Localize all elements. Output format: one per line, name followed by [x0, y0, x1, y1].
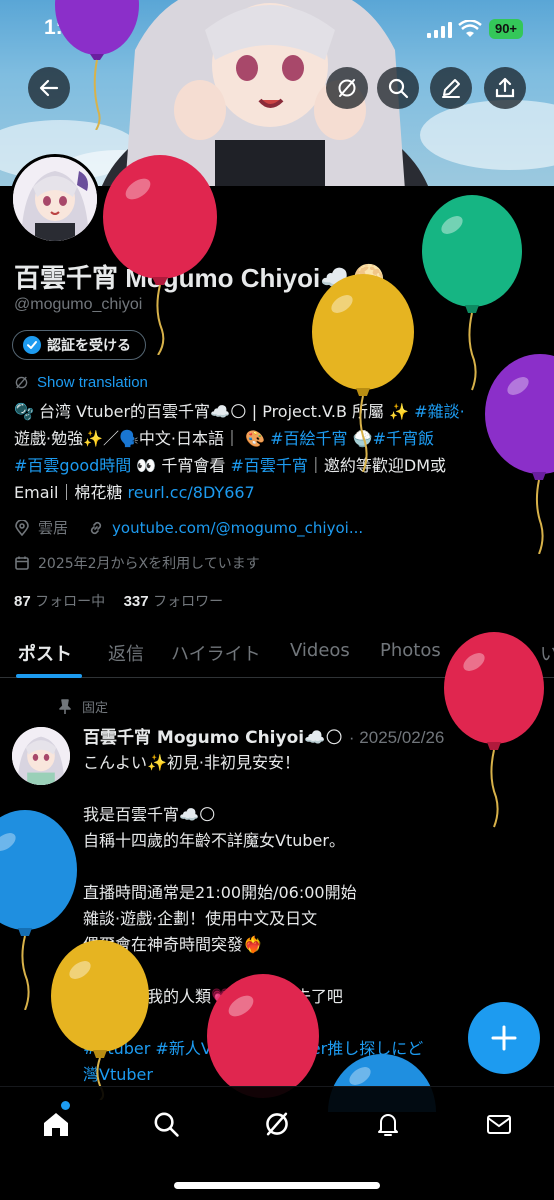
grok-icon	[266, 1112, 288, 1136]
profile-bio: 🫧 台湾 Vtuber的百雲千宵☁️🌕 | Project.V.B 所屬 ✨ #…	[14, 398, 544, 506]
home-notification-dot	[61, 1101, 70, 1110]
following-link[interactable]: 87 フォロー中	[14, 593, 106, 610]
cellular-signal-icon	[427, 22, 452, 38]
search-icon	[388, 78, 409, 99]
post-line	[83, 854, 543, 880]
balloon-red	[207, 974, 319, 1098]
balloon-purple	[485, 354, 554, 554]
grok-button[interactable]	[326, 67, 368, 109]
home-indicator-bar	[174, 1182, 380, 1189]
followers-label: フォロワー	[153, 594, 224, 610]
share-button[interactable]	[484, 67, 526, 109]
profile-website-link[interactable]: youtube.com/@mogumo_chiyoi...	[112, 519, 363, 537]
bio-text: 👀 千宵會看	[131, 456, 231, 475]
pinned-label: 固定	[82, 701, 109, 716]
nav-search[interactable]	[149, 1107, 183, 1141]
location-pin-icon	[15, 519, 29, 536]
battery-indicator: 90+	[489, 19, 523, 39]
calendar-icon	[15, 556, 29, 570]
plus-icon	[491, 1025, 517, 1051]
balloon-purple	[55, 0, 139, 130]
edit-button[interactable]	[430, 67, 472, 109]
avatar-image	[13, 157, 97, 241]
following-label: フォロー中	[35, 594, 106, 610]
active-tab-indicator	[16, 674, 82, 678]
show-translation-link[interactable]: Show translation	[14, 374, 148, 391]
compose-post-button[interactable]	[468, 1002, 540, 1074]
joined-label: 2025年2月からXを利用しています	[38, 556, 260, 572]
followers-count: 337	[123, 593, 149, 610]
pinned-indicator: 固定	[58, 697, 108, 716]
bio-text: Email｜棉花糖	[14, 483, 128, 502]
grok-icon	[15, 376, 28, 389]
avatar-image	[12, 727, 70, 785]
bio-text: 遊戲·勉強✨／🗣️中文·日本語｜ 🎨	[14, 429, 271, 448]
profile-avatar[interactable]	[10, 154, 100, 244]
show-translation-label: Show translation	[37, 374, 148, 391]
balloon-red	[444, 632, 544, 828]
bio-hashtag[interactable]: #百雲千宵	[231, 456, 308, 475]
post-line: 雜談·遊戲·企劃！使用中文及日文	[83, 909, 318, 928]
tab-videos[interactable]: Videos	[290, 640, 350, 661]
bio-link[interactable]: reurl.cc/8DY667	[127, 483, 254, 502]
verified-badge-icon	[23, 336, 41, 354]
post-line: 直播時間通常是21:00開始/06:00開始	[83, 883, 357, 902]
balloon-yellow	[312, 274, 414, 472]
edit-icon	[442, 79, 460, 98]
tab-posts[interactable]: ポスト	[18, 640, 72, 666]
tab-photos[interactable]: Photos	[380, 640, 441, 661]
balloon-yellow	[51, 940, 149, 1100]
pin-icon	[59, 698, 71, 714]
tab-replies[interactable]: 返信	[108, 640, 144, 666]
link-icon	[90, 521, 102, 534]
nav-messages[interactable]	[482, 1107, 516, 1141]
follow-counts: 87 フォロー中 337 フォロワー	[14, 591, 223, 611]
bio-hashtag[interactable]: #雜談·	[414, 402, 465, 421]
search-button[interactable]	[377, 67, 419, 109]
messages-icon	[487, 1115, 511, 1134]
bio-hashtag[interactable]: #百雲good時間	[14, 456, 131, 475]
following-count: 87	[14, 593, 31, 610]
post-header: 百雲千宵 Mogumo Chiyoi☁️🌕 · 2025/02/26	[83, 723, 444, 748]
search-icon	[154, 1112, 179, 1137]
nav-notifications[interactable]	[371, 1107, 405, 1141]
profile-location: 雲居	[38, 519, 69, 537]
profile-meta: 雲居 youtube.com/@mogumo_chiyoi...	[14, 517, 363, 538]
wifi-icon	[458, 20, 482, 37]
post-author-avatar[interactable]	[12, 727, 70, 785]
nav-grok[interactable]	[260, 1107, 294, 1141]
post-line: 偶爾會在神奇時間突發❤️‍🔥	[83, 935, 263, 954]
nav-home[interactable]	[39, 1107, 73, 1141]
home-icon	[44, 1113, 68, 1136]
balloon-red	[103, 155, 217, 355]
post-author-name[interactable]: 百雲千宵 Mogumo Chiyoi☁️🌕	[83, 728, 343, 748]
profile-joined-date: 2025年2月からXを利用しています	[14, 553, 260, 573]
notifications-icon	[378, 1114, 398, 1136]
share-icon	[495, 77, 515, 98]
tab-highlights[interactable]: ハイライト	[171, 640, 261, 666]
followers-link[interactable]: 337 フォロワー	[123, 593, 224, 610]
grok-icon	[338, 79, 356, 97]
post-date[interactable]: · 2025/02/26	[349, 728, 444, 747]
